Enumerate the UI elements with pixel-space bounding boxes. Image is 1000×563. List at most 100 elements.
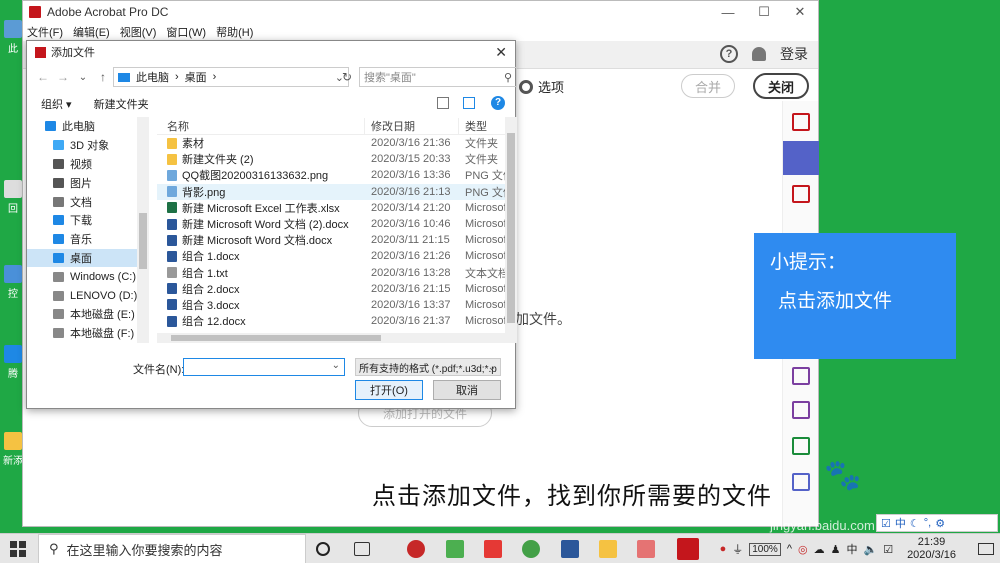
- file-row[interactable]: 组合 12.docx 2020/3/16 21:37 Microsoft: [157, 313, 505, 329]
- search-input[interactable]: 搜索"桌面" ⚲: [359, 67, 517, 87]
- nav-item[interactable]: LENOVO (D:): [27, 286, 149, 305]
- menu-file[interactable]: 文件(F): [27, 24, 63, 40]
- organize-button[interactable]: 组织 ▾: [41, 96, 72, 112]
- create-pdf-icon[interactable]: [792, 113, 810, 131]
- close-button[interactable]: 关闭: [753, 73, 809, 99]
- combine-files-tool[interactable]: [783, 141, 819, 175]
- breadcrumb-this-pc[interactable]: 此电脑: [136, 69, 169, 85]
- desktop-icon-control[interactable]: 控: [2, 265, 24, 300]
- ime-moon-icon[interactable]: ☾: [910, 517, 920, 530]
- plug-icon[interactable]: ⏚: [732, 541, 743, 557]
- nav-item[interactable]: Windows (C:): [27, 267, 149, 286]
- cortana-icon[interactable]: [316, 542, 330, 556]
- close-window-icon[interactable]: ✕: [782, 1, 818, 23]
- protect-icon[interactable]: [792, 473, 810, 491]
- nav-item[interactable]: 本地磁盘 (F:): [27, 324, 149, 343]
- nav-item[interactable]: 视频: [27, 155, 149, 174]
- wechat-icon[interactable]: [522, 540, 540, 558]
- new-folder-button[interactable]: 新建文件夹: [94, 96, 149, 112]
- desktop-icon-tencent[interactable]: 腾: [2, 345, 24, 380]
- cancel-button[interactable]: 取消: [433, 380, 501, 400]
- file-row[interactable]: 组合 1.docx 2020/3/16 21:26 Microsoft: [157, 248, 505, 264]
- menu-view[interactable]: 视图(V): [120, 24, 157, 40]
- file-explorer-icon[interactable]: [599, 540, 617, 558]
- menu-window[interactable]: 窗口(W): [166, 24, 206, 40]
- filetype-select[interactable]: 所有支持的格式 (*.pdf;*.u3d;*.p ⌄: [355, 358, 501, 376]
- chevron-down-icon[interactable]: ⌄: [332, 360, 340, 371]
- file-row[interactable]: 新建 Microsoft Excel 工作表.xlsx 2020/3/14 21:…: [157, 200, 505, 216]
- nav-scrollbar[interactable]: [137, 117, 149, 343]
- file-row[interactable]: 新建文件夹 (2) 2020/3/15 20:33 文件夹: [157, 151, 505, 167]
- nav-item[interactable]: 下载: [27, 211, 149, 230]
- menu-edit[interactable]: 编辑(E): [73, 24, 110, 40]
- organize-pages-icon[interactable]: [792, 185, 810, 203]
- desktop-icon-new[interactable]: 新添: [2, 432, 24, 467]
- nav-item[interactable]: 文档: [27, 192, 149, 211]
- task-view-icon[interactable]: [354, 542, 370, 556]
- acrobat-taskbar-icon[interactable]: [677, 538, 699, 560]
- maximize-icon[interactable]: ☐: [746, 1, 782, 23]
- desktop-icon-pc[interactable]: 此: [2, 20, 24, 55]
- ime-check-icon[interactable]: ☑: [881, 517, 891, 530]
- file-row[interactable]: 组合 2.docx 2020/3/16 21:15 Microsoft: [157, 281, 505, 297]
- print-icon[interactable]: [792, 437, 810, 455]
- ime-punct-icon[interactable]: °,: [924, 517, 931, 529]
- file-row[interactable]: 新建 Microsoft Word 文档.docx 2020/3/11 21:15…: [157, 232, 505, 248]
- app-icon-red[interactable]: [484, 540, 502, 558]
- up-arrow-icon[interactable]: ↑: [93, 70, 113, 84]
- signature-icon[interactable]: [792, 401, 810, 419]
- back-arrow-icon[interactable]: ←: [33, 70, 53, 84]
- login-button[interactable]: 登录: [780, 44, 808, 64]
- battery-indicator[interactable]: 100%: [749, 542, 781, 556]
- menu-help[interactable]: 帮助(H): [216, 24, 253, 40]
- column-type[interactable]: 类型: [459, 118, 505, 134]
- recent-dropdown-icon[interactable]: ⌄: [73, 72, 93, 83]
- address-bar[interactable]: 此电脑 › 桌面 › ⌄: [113, 67, 349, 87]
- nav-item[interactable]: 3D 对象: [27, 136, 149, 155]
- taskbar-search-input[interactable]: ⚲ 在这里输入你要搜索的内容: [38, 534, 306, 563]
- ime-gear-icon[interactable]: ⚙: [935, 517, 945, 530]
- column-name[interactable]: 名称: [157, 117, 365, 134]
- help-icon[interactable]: ?: [720, 45, 738, 63]
- minimize-icon[interactable]: —: [710, 1, 746, 23]
- nav-item[interactable]: 本地磁盘 (E:): [27, 305, 149, 324]
- preview-pane-icon[interactable]: [463, 97, 475, 109]
- filename-input[interactable]: ⌄: [183, 358, 345, 376]
- tray-app-icon[interactable]: ●: [720, 543, 727, 555]
- view-options-icon[interactable]: [437, 97, 449, 109]
- nav-item[interactable]: 桌面: [27, 248, 149, 268]
- open-button[interactable]: 打开(O): [355, 380, 423, 400]
- dialog-close-icon[interactable]: ✕: [495, 44, 507, 61]
- file-hscroll-thumb[interactable]: [171, 335, 381, 341]
- tray-circle-icon[interactable]: ◎: [798, 543, 808, 556]
- merge-button[interactable]: 合并: [681, 74, 735, 98]
- media-icon[interactable]: [637, 540, 655, 558]
- nav-item[interactable]: 此电脑: [27, 117, 149, 136]
- tray-check-icon[interactable]: ☑: [883, 543, 893, 556]
- help-icon[interactable]: ?: [491, 96, 505, 110]
- file-list-scrollbar[interactable]: [505, 117, 517, 343]
- app-icon[interactable]: [446, 540, 464, 558]
- file-row[interactable]: 素材 2020/3/16 21:36 文件夹: [157, 135, 505, 151]
- notification-icon[interactable]: [978, 543, 994, 555]
- word-icon[interactable]: [561, 540, 579, 558]
- nav-scroll-thumb[interactable]: [139, 213, 147, 269]
- bell-icon[interactable]: [752, 47, 766, 61]
- ime-tray-label[interactable]: 中: [846, 541, 857, 557]
- options-button[interactable]: 选项: [519, 77, 564, 96]
- column-date[interactable]: 修改日期: [365, 117, 459, 134]
- refresh-icon[interactable]: ↻: [339, 70, 355, 84]
- file-row[interactable]: 组合 3.docx 2020/3/16 13:37 Microsoft: [157, 297, 505, 313]
- file-row[interactable]: 新建 Microsoft Word 文档 (2).docx 2020/3/16 1…: [157, 216, 505, 232]
- file-list-hscrollbar[interactable]: [157, 333, 505, 343]
- up-chevron-icon[interactable]: ^: [787, 543, 792, 555]
- nav-item[interactable]: 图片: [27, 173, 149, 192]
- music-app-icon[interactable]: [407, 540, 425, 558]
- windows-start-icon[interactable]: [10, 541, 26, 557]
- forward-arrow-icon[interactable]: →: [53, 70, 73, 84]
- fill-sign-icon[interactable]: [792, 367, 810, 385]
- file-row[interactable]: 组合 1.txt 2020/3/16 13:28 文本文档: [157, 265, 505, 281]
- file-row[interactable]: 背影.png 2020/3/16 21:13 PNG 文件: [157, 183, 505, 200]
- ime-lang-label[interactable]: 中: [895, 515, 906, 531]
- clock[interactable]: 21:39 2020/3/16: [907, 536, 956, 562]
